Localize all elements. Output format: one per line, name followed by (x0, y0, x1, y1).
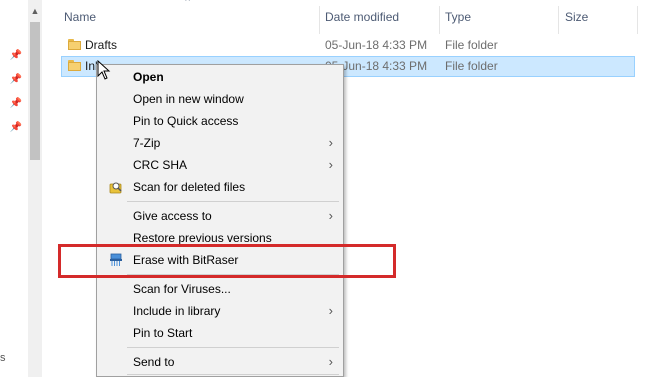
pin-icon[interactable]: 📌 (9, 73, 23, 87)
column-header-type[interactable]: Type (445, 0, 471, 34)
file-name: Drafts (85, 38, 118, 52)
column-divider[interactable] (319, 6, 320, 34)
submenu-arrow-icon: › (328, 208, 333, 223)
folder-icon (68, 39, 81, 50)
menu-item-crc-sha[interactable]: CRC SHA › (99, 154, 341, 176)
menu-item-label: 7-Zip (133, 136, 161, 150)
file-type: File folder (445, 38, 498, 52)
menu-item-include-library[interactable]: Include in library › (99, 300, 341, 322)
column-divider[interactable] (637, 6, 638, 34)
folder-icon (68, 60, 81, 71)
column-header-date-modified[interactable]: Date modified (325, 0, 399, 34)
menu-item-give-access[interactable]: Give access to › (99, 205, 341, 227)
menu-item-pin-quick-access[interactable]: Pin to Quick access (99, 110, 341, 132)
column-header-size[interactable]: Size (565, 0, 588, 34)
pin-icon[interactable]: 📌 (9, 49, 23, 63)
menu-item-open[interactable]: Open (99, 66, 341, 88)
menu-item-label: Open (133, 70, 164, 84)
submenu-arrow-icon: › (328, 157, 333, 172)
nav-scrollbar-thumb[interactable] (30, 22, 40, 160)
menu-item-label: Pin to Quick access (133, 114, 239, 128)
menu-separator (127, 201, 339, 202)
scroll-up-arrow-icon[interactable]: ▲ (28, 4, 42, 18)
menu-item-label: Include in library (133, 304, 221, 318)
column-divider[interactable] (439, 6, 440, 34)
submenu-arrow-icon: › (328, 135, 333, 150)
menu-item-scan-viruses[interactable]: Scan for Viruses... (99, 278, 341, 300)
pin-icon[interactable]: 📌 (9, 121, 23, 135)
file-type: File folder (445, 59, 498, 73)
menu-item-open-new-window[interactable]: Open in new window (99, 88, 341, 110)
menu-item-pin-start[interactable]: Pin to Start (99, 322, 341, 344)
menu-item-label: Scan for Viruses... (133, 282, 231, 296)
highlight-annotation-box (58, 244, 396, 278)
file-row[interactable]: Drafts 05-Jun-18 4:33 PM File folder (61, 35, 635, 56)
menu-item-label: Open in new window (133, 92, 244, 106)
scan-deleted-files-icon (109, 182, 122, 194)
file-date-modified: 05-Jun-18 4:33 PM (325, 38, 428, 52)
sort-ascending-icon: ⌃ (183, 0, 193, 9)
nav-item-label[interactable]: s (0, 352, 6, 364)
menu-item-scan-deleted-files[interactable]: Scan for deleted files (99, 176, 341, 198)
menu-item-7zip[interactable]: 7-Zip › (99, 132, 341, 154)
context-menu: Open Open in new window Pin to Quick acc… (96, 64, 344, 377)
menu-item-send-to[interactable]: Send to › (99, 351, 341, 373)
column-divider[interactable] (558, 6, 559, 34)
menu-separator (127, 347, 339, 348)
submenu-arrow-icon: › (328, 303, 333, 318)
column-header-name[interactable]: Name (64, 0, 96, 34)
menu-item-label: Send to (133, 355, 175, 369)
menu-separator (127, 374, 339, 375)
menu-item-label: Pin to Start (133, 326, 193, 340)
pin-icon[interactable]: 📌 (9, 97, 23, 111)
navigation-pane: ▲ 📌 📌 📌 📌 s (0, 0, 42, 377)
menu-item-label: CRC SHA (133, 158, 188, 172)
mouse-cursor-icon (97, 60, 111, 80)
menu-item-label: Scan for deleted files (133, 180, 246, 194)
menu-item-label: Give access to (133, 209, 212, 223)
submenu-arrow-icon: › (328, 354, 333, 369)
